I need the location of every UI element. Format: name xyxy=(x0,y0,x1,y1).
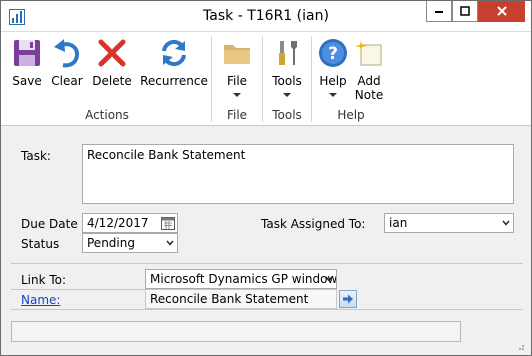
title-bar[interactable]: Task - T16R1 (ian) xyxy=(1,1,531,32)
ribbon-group-label-tools: Tools xyxy=(272,108,302,122)
status-select[interactable]: Pending xyxy=(82,233,178,253)
maximize-icon xyxy=(460,6,470,16)
status-label: Status xyxy=(21,237,60,251)
ribbon-separator xyxy=(311,36,312,122)
minimize-button[interactable] xyxy=(426,1,452,22)
chevron-down-icon xyxy=(233,93,241,97)
delete-button[interactable]: Delete xyxy=(89,34,135,102)
add-note-button[interactable]: Add Note xyxy=(351,34,387,102)
close-button[interactable] xyxy=(478,1,525,22)
add-note-icon xyxy=(355,40,382,66)
ribbon-separator xyxy=(262,36,263,122)
section-divider xyxy=(11,263,523,264)
resize-grip-icon[interactable] xyxy=(515,341,525,351)
task-label: Task: xyxy=(21,149,51,163)
recurrence-icon xyxy=(162,39,186,67)
section-divider xyxy=(11,309,523,310)
link-to-select[interactable]: Microsoft Dynamics GP window xyxy=(145,269,337,289)
due-date-input[interactable]: 4/12/2017 xyxy=(82,213,178,233)
ribbon-group-help: ? Help Add Note Help xyxy=(313,32,389,126)
calendar-icon[interactable] xyxy=(161,216,175,230)
folder-icon xyxy=(224,45,250,64)
status-value: Pending xyxy=(87,236,135,250)
file-menu-button[interactable]: File xyxy=(217,34,257,102)
link-to-label: Link To: xyxy=(21,273,67,287)
ribbon-group-label-actions: Actions xyxy=(85,108,129,122)
status-bar xyxy=(11,321,461,342)
name-link[interactable]: Name: xyxy=(21,293,60,307)
chevron-down-icon xyxy=(166,240,174,246)
clear-button[interactable]: Clear xyxy=(47,34,87,102)
maximize-button[interactable] xyxy=(452,1,478,22)
task-window: Task - T16R1 (ian) Save Clear Delete Rec… xyxy=(0,0,532,356)
tools-menu-button[interactable]: Tools xyxy=(266,34,308,102)
ribbon-group-file: File File xyxy=(213,32,261,126)
save-button[interactable]: Save xyxy=(9,34,45,102)
task-assigned-to-label: Task Assigned To: xyxy=(261,217,366,231)
link-to-value: Microsoft Dynamics GP window xyxy=(150,272,337,286)
help-icon: ? xyxy=(319,39,347,67)
help-menu-button[interactable]: ? Help xyxy=(315,34,351,102)
svg-text:?: ? xyxy=(328,44,338,64)
chevron-down-icon xyxy=(502,220,510,226)
recurrence-button[interactable]: Recurrence xyxy=(139,34,209,102)
add-note-label-line2: Note xyxy=(354,88,384,102)
go-to-button[interactable] xyxy=(339,290,357,308)
undo-icon xyxy=(54,39,80,68)
minimize-icon xyxy=(435,11,443,13)
task-input[interactable]: Reconcile Bank Statement xyxy=(82,144,514,204)
task-assigned-to-value: ian xyxy=(389,216,408,230)
delete-x-icon xyxy=(98,39,126,67)
close-icon xyxy=(496,6,507,16)
ribbon-group-actions: Save Clear Delete Recurrence Actions xyxy=(5,32,209,126)
name-field: Reconcile Bank Statement xyxy=(145,289,337,309)
ribbon-group-label-file: File xyxy=(226,108,248,122)
due-date-value: 4/12/2017 xyxy=(87,216,149,230)
save-icon xyxy=(14,40,40,66)
add-note-label-line1: Add xyxy=(357,74,381,88)
chevron-down-icon xyxy=(325,276,333,282)
ribbon: Save Clear Delete Recurrence Actions Fil… xyxy=(1,32,531,126)
chevron-down-icon xyxy=(329,93,337,97)
chevron-down-icon xyxy=(283,93,291,97)
ribbon-separator xyxy=(211,36,212,122)
task-assigned-to-select[interactable]: ian xyxy=(384,213,514,233)
ribbon-group-label-help: Help xyxy=(337,108,365,122)
ribbon-group-tools: Tools Tools xyxy=(264,32,310,126)
tools-icon xyxy=(279,41,297,65)
arrow-right-icon xyxy=(343,294,353,304)
due-date-label: Due Date xyxy=(21,217,78,231)
